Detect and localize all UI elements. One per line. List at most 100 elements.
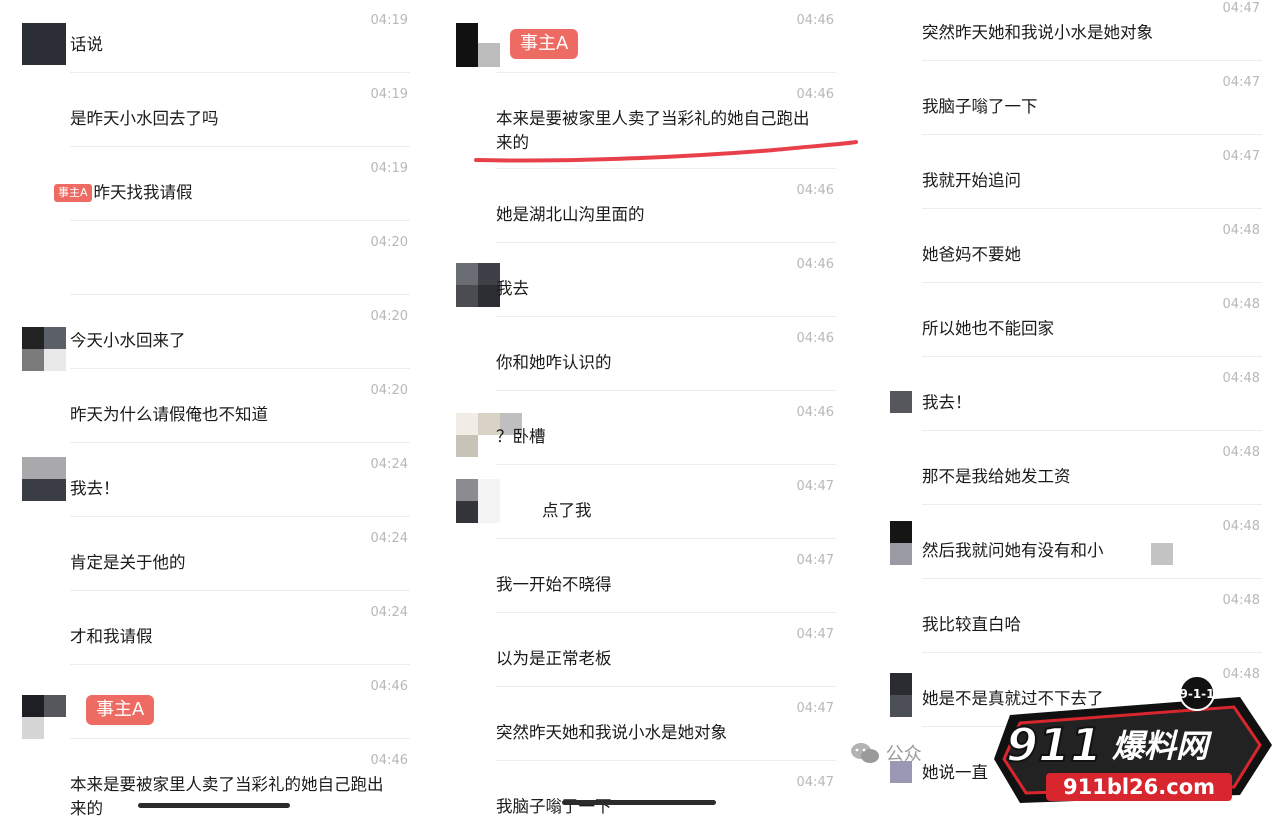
message-row: 04:47 突然昨天她和我说小水是她对象 [866, 0, 1280, 61]
avatar[interactable] [22, 23, 66, 65]
message-row: 04:24 肯定是关于他的 [0, 517, 430, 591]
message-time: 04:46 [370, 679, 408, 694]
message-row: 04:46 事主A [0, 665, 430, 739]
avatar[interactable] [22, 457, 66, 501]
avatar[interactable] [456, 479, 500, 523]
message-text: 本来是要被家里人卖了当彩礼的她自己跑出 来的 [496, 109, 810, 152]
message-text: 点了我 [542, 501, 592, 520]
wechat-icon [851, 743, 879, 763]
message-row: 04:48 我比较直白哈 [866, 579, 1280, 653]
message-row: 04:47 我一开始不晓得 [432, 539, 864, 613]
message-row: 04:20 [0, 221, 430, 295]
avatar[interactable] [22, 327, 66, 371]
message-time: 04:47 [796, 627, 834, 642]
avatar[interactable] [22, 695, 66, 739]
avatar[interactable] [456, 23, 500, 67]
message-row: 04:19 是昨天小水回去了吗 [0, 73, 430, 147]
logo-title: 爆料网 [1112, 727, 1213, 765]
chat-screenshot-1: 04:19 话说 04:19 是昨天小水回去了吗 04:19 事主A 昨天找我请假… [0, 0, 430, 817]
message-row: 04:24 我去！ [0, 443, 430, 517]
message-time: 04:47 [796, 775, 834, 790]
message-text: 事主A 昨天找我请假 [54, 181, 193, 205]
message-text: 我一开始不晓得 [496, 575, 612, 594]
message-text: 那不是我给她发工资 [922, 467, 1071, 486]
message-time: 04:46 [796, 183, 834, 198]
message-row: 04:24 才和我请假 [0, 591, 430, 665]
message-text: 肯定是关于他的 [70, 553, 186, 572]
message-text: 我就开始追问 [922, 171, 1021, 190]
message-text: 本来是要被家里人卖了当彩礼的她自己跑出 来的 [70, 775, 384, 817]
tag-badge: 事主A [510, 29, 579, 59]
message-row: 04:19 话说 [0, 0, 430, 73]
message-time: 04:46 [370, 753, 408, 768]
message-row: 04:48 她爸妈不要她 [866, 209, 1280, 283]
message-time: 04:46 [796, 331, 834, 346]
message-time: 04:48 [1222, 371, 1260, 386]
message-row: 04:47 我脑子嗡了一下 [432, 761, 864, 817]
message-row: 04:47 点了我 [432, 465, 864, 539]
message-text: 我去！ [70, 479, 120, 498]
message-text: 才和我请假 [70, 627, 153, 646]
message-time: 04:46 [796, 87, 834, 102]
message-time: 04:19 [370, 87, 408, 102]
logo-badge: 9-1-1 [1179, 687, 1214, 701]
logo-url: 911bl26.com [1063, 775, 1215, 799]
wechat-public-watermark: 公众 [850, 740, 922, 766]
message-text: 我去 [496, 279, 529, 298]
message-time: 04:19 [370, 13, 408, 28]
message-time: 04:47 [796, 553, 834, 568]
message-row: 04:19 事主A 昨天找我请假 [0, 147, 430, 221]
logo-number: 911 [1006, 718, 1102, 772]
blurred-avatar [1151, 543, 1173, 565]
message-time: 04:47 [1222, 75, 1260, 90]
message-row: 04:46 她是湖北山沟里面的 [432, 169, 864, 243]
avatar[interactable] [456, 263, 500, 307]
avatar[interactable] [890, 673, 912, 717]
message-time: 04:24 [370, 531, 408, 546]
message-time: 04:20 [370, 309, 408, 324]
message-time: 04:48 [1222, 223, 1260, 238]
message-text: 话说 [70, 35, 103, 54]
message-row: 04:46 ？卧槽 [432, 391, 864, 465]
message-time: 04:48 [1222, 445, 1260, 460]
message-time: 04:48 [1222, 297, 1260, 312]
tag-badge: 事主A [54, 184, 92, 202]
message-text: 我脑子嗡了一下 [922, 97, 1038, 116]
message-row: 04:47 我脑子嗡了一下 [866, 61, 1280, 135]
message-text: 今天小水回来了 [70, 331, 186, 350]
message-row: 04:46 你和她咋认识的 [432, 317, 864, 391]
message-text: 以为是正常老板 [496, 649, 612, 668]
chat-screenshot-2: 04:46 事主A 04:46 本来是要被家里人卖了当彩礼的她自己跑出 来的 04… [432, 0, 864, 817]
message-row: 04:47 以为是正常老板 [432, 613, 864, 687]
message-time: 04:48 [1222, 519, 1260, 534]
message-row: 04:47 我就开始追问 [866, 135, 1280, 209]
message-time: 04:47 [1222, 149, 1260, 164]
message-time: 04:46 [796, 13, 834, 28]
message-text: 然后我就问她有没有和小 [922, 541, 1104, 560]
tag-badge: 事主A [86, 695, 155, 725]
message-time: 04:47 [1222, 1, 1260, 16]
avatar[interactable] [890, 391, 912, 413]
message-row: 04:20 今天小水回来了 [0, 295, 430, 371]
message-time: 04:46 [796, 257, 834, 272]
message-time: 04:47 [796, 479, 834, 494]
message-row: 04:48 然后我就问她有没有和小 [866, 505, 1280, 579]
message-time: 04:47 [796, 701, 834, 716]
message-text: 她爸妈不要她 [922, 245, 1021, 264]
message-time: 04:20 [370, 383, 408, 398]
message-text: 昨天为什么请假俺也不知道 [70, 405, 268, 424]
message-text: 我脑子嗡了一下 [496, 797, 612, 816]
message-text: 突然昨天她和我说小水是她对象 [922, 23, 1153, 42]
message-text: ？卧槽 [496, 427, 546, 446]
message-row: 04:48 我去！ [866, 357, 1280, 431]
message-text: 我比较直白哈 [922, 615, 1021, 634]
message-time: 04:48 [1222, 593, 1260, 608]
message-text: 你和她咋认识的 [496, 353, 612, 372]
avatar[interactable] [890, 521, 912, 565]
message-text: 我去！ [922, 393, 972, 412]
message-text: 她说一直 [922, 763, 988, 782]
message-row: 04:48 那不是我给她发工资 [866, 431, 1280, 505]
message-time: 04:46 [796, 405, 834, 420]
message-text: 突然昨天她和我说小水是她对象 [496, 723, 727, 742]
home-indicator [562, 800, 716, 805]
